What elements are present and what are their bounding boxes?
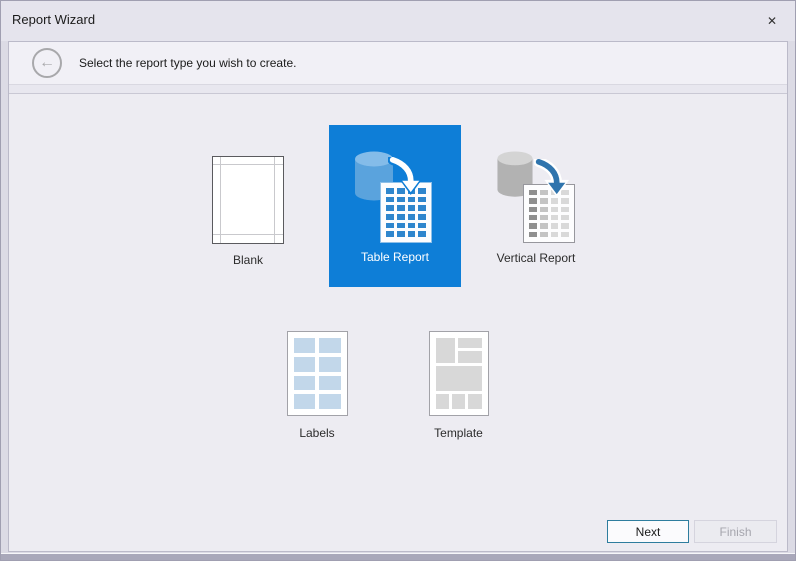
- template-block: [457, 351, 482, 363]
- grid-cell: [561, 215, 569, 221]
- grid-cell: [386, 196, 394, 203]
- next-button-label: Next: [635, 524, 661, 539]
- grid-cell: [407, 196, 416, 203]
- option-blank[interactable]: Blank: [176, 156, 320, 267]
- grid-cell: [539, 231, 548, 237]
- grid-cell: [319, 338, 341, 353]
- grid-cell: [539, 206, 548, 212]
- grid-cell: [396, 222, 405, 229]
- grid-cell: [418, 196, 426, 203]
- grid-cell: [396, 205, 405, 211]
- grid-cell: [407, 205, 416, 211]
- grid-cell: [561, 231, 569, 237]
- blank-page-icon: [212, 156, 284, 244]
- grid-cell: [529, 223, 537, 229]
- option-table-report[interactable]: Table Report: [329, 125, 461, 287]
- option-vertical-report[interactable]: Vertical Report: [456, 147, 616, 277]
- grid-cell: [561, 223, 569, 229]
- table-report-icon: [354, 151, 436, 243]
- grid-cell: [396, 231, 405, 237]
- import-arrow-icon: [388, 157, 424, 195]
- labels-page-icon: [286, 331, 348, 416]
- grid-cell: [293, 356, 315, 372]
- grid-cell: [529, 231, 537, 237]
- grid-cell: [407, 231, 416, 237]
- grid-cell: [550, 231, 559, 237]
- back-button[interactable]: ←: [32, 48, 62, 78]
- template-block: [435, 338, 455, 363]
- template-row: [435, 394, 482, 409]
- wizard-instruction: Select the report type you wish to creat…: [79, 56, 297, 70]
- close-icon: ✕: [766, 14, 778, 28]
- next-button[interactable]: Next: [607, 520, 689, 543]
- option-template[interactable]: Template: [388, 331, 529, 440]
- grid-cell: [561, 206, 569, 212]
- grid-cell: [418, 205, 426, 211]
- report-wizard-dialog: Report Wizard ✕ ← Select the report type…: [0, 0, 796, 561]
- template-block: [457, 338, 482, 348]
- option-blank-label: Blank: [232, 253, 264, 267]
- grid-cell: [293, 394, 315, 409]
- grid-cell: [396, 196, 405, 203]
- vertical-report-icon: [496, 151, 578, 243]
- back-arrow-icon: ←: [39, 54, 55, 71]
- grid-cell: [386, 205, 394, 211]
- finish-button[interactable]: Finish: [694, 520, 777, 543]
- grid-cell: [386, 213, 394, 220]
- grid-cell: [319, 394, 341, 409]
- finish-button-label: Finish: [719, 524, 752, 539]
- wizard-header: ← Select the report type you wish to cre…: [9, 42, 787, 85]
- template-page-icon: [428, 331, 489, 416]
- grid-cell: [550, 206, 559, 212]
- grid-cell: [386, 231, 394, 237]
- grid-cell: [418, 213, 426, 220]
- grid-cell: [386, 222, 394, 229]
- grid-cell: [529, 215, 537, 221]
- grid-cell: [418, 231, 426, 237]
- template-block: [467, 394, 482, 409]
- option-table-report-label: Table Report: [360, 250, 430, 264]
- template-block: [435, 366, 482, 391]
- grid-cell: [396, 213, 405, 220]
- option-template-label: Template: [434, 426, 483, 440]
- grid-cell: [561, 198, 569, 204]
- title-bar: Report Wizard ✕: [1, 1, 795, 41]
- grid-cell: [539, 215, 548, 221]
- header-separator: [9, 85, 787, 94]
- report-type-list: Blank Table Report Vertical Report Label…: [9, 94, 787, 543]
- close-button[interactable]: ✕: [763, 12, 781, 30]
- grid-cell: [550, 198, 559, 204]
- grid-cell: [293, 375, 315, 391]
- grid-cell: [407, 222, 416, 229]
- grid-cell: [407, 213, 416, 220]
- template-row: [435, 338, 482, 363]
- template-column: [457, 338, 482, 363]
- template-block: [435, 394, 449, 409]
- grid-cell: [319, 375, 341, 391]
- option-labels[interactable]: Labels: [246, 331, 388, 440]
- grid-cell: [539, 198, 548, 204]
- grid-cell: [539, 223, 548, 229]
- import-arrow-icon: [534, 159, 570, 197]
- grid-cell: [529, 198, 537, 204]
- grid-cell: [550, 223, 559, 229]
- option-labels-label: Labels: [299, 426, 335, 440]
- grid-cell: [550, 215, 559, 221]
- grid-cell: [418, 222, 426, 229]
- grid-cell: [319, 356, 341, 372]
- grid-cell: [529, 206, 537, 212]
- grid-cell: [293, 338, 315, 353]
- dialog-client-area: ← Select the report type you wish to cre…: [8, 41, 788, 552]
- option-vertical-report-label: Vertical Report: [496, 251, 576, 265]
- template-block: [451, 394, 465, 409]
- dialog-title: Report Wizard: [12, 12, 96, 27]
